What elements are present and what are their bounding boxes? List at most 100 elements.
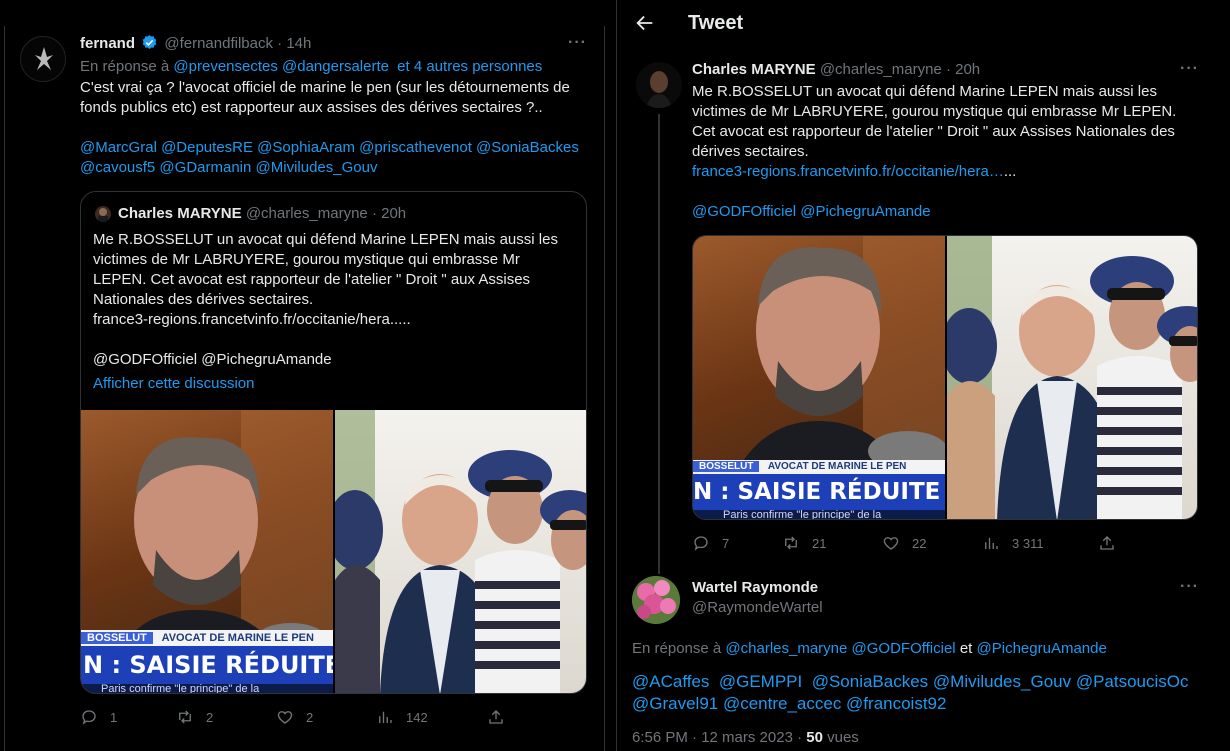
main-photo-lawyer[interactable]: BOSSELUT AVOCAT DE MARINE LE PEN N : SAI… xyxy=(693,236,945,519)
reply-count: 7 xyxy=(722,535,730,551)
main-author-name[interactable]: Charles MARYNE xyxy=(692,61,816,78)
reply-author-name[interactable]: Wartel Raymonde xyxy=(692,578,818,598)
reply-and: et xyxy=(959,640,973,657)
left-column-border xyxy=(4,26,5,751)
quoted-photo-lawyer[interactable]: BOSSELUT AVOCAT DE MARINE LE PEN N : SAI… xyxy=(81,410,333,693)
thread-line xyxy=(658,114,660,574)
mention-line[interactable]: @MarcGral @DeputesRE @SophiaAram @prisca… xyxy=(80,138,579,158)
raymonde-avatar[interactable] xyxy=(632,576,680,624)
main-text-line: Cet avocat est rapporteur de l'atelier "… xyxy=(692,123,1175,140)
reply-action[interactable]: 1 xyxy=(80,708,117,726)
share-action[interactable] xyxy=(487,708,505,726)
charles-avatar[interactable] xyxy=(636,62,682,108)
more-options-icon[interactable]: ··· xyxy=(1180,578,1199,596)
quoted-author-name: Charles MARYNE xyxy=(118,205,242,222)
verified-badge-icon xyxy=(141,34,158,57)
analytics-icon xyxy=(379,711,392,723)
quoted-time: 20h xyxy=(381,205,407,222)
article-link[interactable]: france3-regions.francetvinfo.fr/occitani… xyxy=(692,163,1004,180)
tv-ticker: Paris confirme "le principe" de la xyxy=(81,684,333,693)
like-count: 22 xyxy=(912,535,927,551)
page-title: Tweet xyxy=(688,12,744,34)
reply-context: En réponse à @charles_maryne @GODFOffici… xyxy=(632,639,1107,659)
quoted-text-line: LEPEN. Cet avocat est rapporteur de l'at… xyxy=(93,271,531,288)
tweet-mentions[interactable]: @MarcGral @DeputesRE @SophiaAram @prisca… xyxy=(80,138,579,178)
reply-views-label: vues xyxy=(827,729,859,746)
reply-views-count: 50 xyxy=(806,729,823,746)
tv-headline: N : SAISIE RÉDUITE POUI xyxy=(693,474,945,510)
panel-border xyxy=(616,0,617,751)
show-thread-link[interactable]: Afficher cette discussion xyxy=(93,374,254,394)
reply-prefix: En réponse à xyxy=(632,640,722,657)
fernand-avatar[interactable] xyxy=(20,36,66,82)
quoted-text-line: Nationales des dérives sectaires. xyxy=(93,291,314,308)
reply-icon xyxy=(694,536,708,551)
tv-ticker: Paris confirme "le principe" de la xyxy=(693,510,945,519)
reply-mentions[interactable]: @prevensectes @dangersalerte xyxy=(173,58,389,75)
reply-timestamp[interactable]: 6:56 PM · 12 mars 2023 · xyxy=(632,729,802,746)
reply-action[interactable]: 7 xyxy=(692,534,729,552)
tweet-time[interactable]: 14h xyxy=(286,35,311,52)
mention-line[interactable]: @ACaffes @GEMPPI @SoniaBackes @Miviludes… xyxy=(632,671,1189,693)
more-options-icon[interactable]: ··· xyxy=(1180,60,1199,78)
like-action[interactable]: 22 xyxy=(882,534,926,552)
reply-mentions[interactable]: @charles_maryne @GODFOfficiel xyxy=(725,640,955,657)
analytics-icon xyxy=(985,537,998,549)
quoted-photo-group[interactable] xyxy=(335,410,586,693)
reply-mentions-body[interactable]: @ACaffes @GEMPPI @SoniaBackes @Miviludes… xyxy=(632,671,1189,715)
share-action[interactable] xyxy=(1098,534,1116,552)
main-text-line: Me R.BOSSELUT un avocat qui défend Marin… xyxy=(692,83,1157,100)
separator-dot: · xyxy=(371,205,377,222)
reply-author-handle[interactable]: @RaymondeWartel xyxy=(692,598,823,618)
reply-context: En réponse à @prevensectes @dangersalert… xyxy=(80,57,542,77)
reply-others[interactable]: et 4 autres personnes xyxy=(397,58,542,75)
reply-icon xyxy=(82,710,96,725)
reply-timestamp-line: 6:56 PM · 12 mars 2023 · 50 vues xyxy=(632,728,859,748)
main-mentions[interactable]: @GODFOfficiel @PichegruAmande xyxy=(692,202,931,222)
main-photo-group[interactable] xyxy=(947,236,1197,519)
more-options-icon[interactable]: ··· xyxy=(568,34,587,52)
main-tweet-text: Me R.BOSSELUT un avocat qui défend Marin… xyxy=(692,82,1176,182)
banner-title: AVOCAT DE MARINE LE PEN xyxy=(767,461,907,472)
retweet-icon xyxy=(179,710,191,724)
banner-name: BOSSELUT xyxy=(693,461,760,472)
retweet-action[interactable]: 2 xyxy=(176,708,213,726)
main-text-line: victimes de Mr LABRUYERE, gourou mystiqu… xyxy=(692,103,1177,120)
mention-line[interactable]: @Gravel91 @centre_accec @francoist92 xyxy=(632,693,1189,715)
main-author-line: Charles MARYNE @charles_maryne · 20h xyxy=(692,60,980,80)
quoted-avatar xyxy=(95,206,111,222)
retweet-count: 2 xyxy=(206,709,214,725)
quoted-tweet-card[interactable]: Charles MARYNE @charles_maryne · 20h Me … xyxy=(80,191,587,694)
share-icon xyxy=(1100,536,1114,550)
quoted-author-line: Charles MARYNE @charles_maryne · 20h xyxy=(118,204,406,224)
share-icon xyxy=(489,710,503,724)
view-count: 3 311 xyxy=(1012,535,1044,551)
banner-title: AVOCAT DE MARINE LE PEN xyxy=(161,632,314,644)
main-handle[interactable]: @charles_maryne xyxy=(820,61,942,78)
back-button[interactable] xyxy=(634,12,656,34)
like-count: 2 xyxy=(306,709,314,725)
like-action[interactable]: 2 xyxy=(276,708,313,726)
arrow-left-icon xyxy=(636,15,653,31)
view-count: 142 xyxy=(406,709,428,725)
reply-last-mention[interactable]: @PichegruAmande xyxy=(977,640,1107,657)
link-suffix: ... xyxy=(1003,163,1017,180)
quoted-link-line: france3-regions.francetvinfo.fr/occitani… xyxy=(93,311,411,328)
views-action[interactable]: 142 xyxy=(376,708,428,726)
quoted-mentions: @GODFOfficiel @PichegruAmande xyxy=(93,351,332,368)
views-action[interactable]: 3 311 xyxy=(982,534,1044,552)
left-timeline: fernand @fernandfilback · 14h ··· En rép… xyxy=(0,0,605,751)
main-time[interactable]: 20h xyxy=(955,61,980,78)
tweet-author-line: fernand @fernandfilback · 14h xyxy=(80,34,311,57)
quoted-text-line: victimes de Mr LABRUYERE, gourou mystiqu… xyxy=(93,251,520,268)
author-name[interactable]: fernand xyxy=(80,35,135,52)
separator-dot: · xyxy=(945,61,951,78)
tv-banner: BOSSELUT AVOCAT DE MARINE LE PEN xyxy=(81,630,333,646)
main-media-grid: BOSSELUT AVOCAT DE MARINE LE PEN N : SAI… xyxy=(692,235,1198,520)
author-handle[interactable]: @fernandfilback xyxy=(164,35,273,52)
tv-banner: BOSSELUT AVOCAT DE MARINE LE PEN xyxy=(693,460,945,474)
heart-icon xyxy=(883,537,899,550)
separator-dot: · xyxy=(277,35,283,52)
retweet-action[interactable]: 21 xyxy=(782,534,826,552)
mention-line[interactable]: @cavousf5 @GDarmanin @Miviludes_Gouv xyxy=(80,158,579,178)
